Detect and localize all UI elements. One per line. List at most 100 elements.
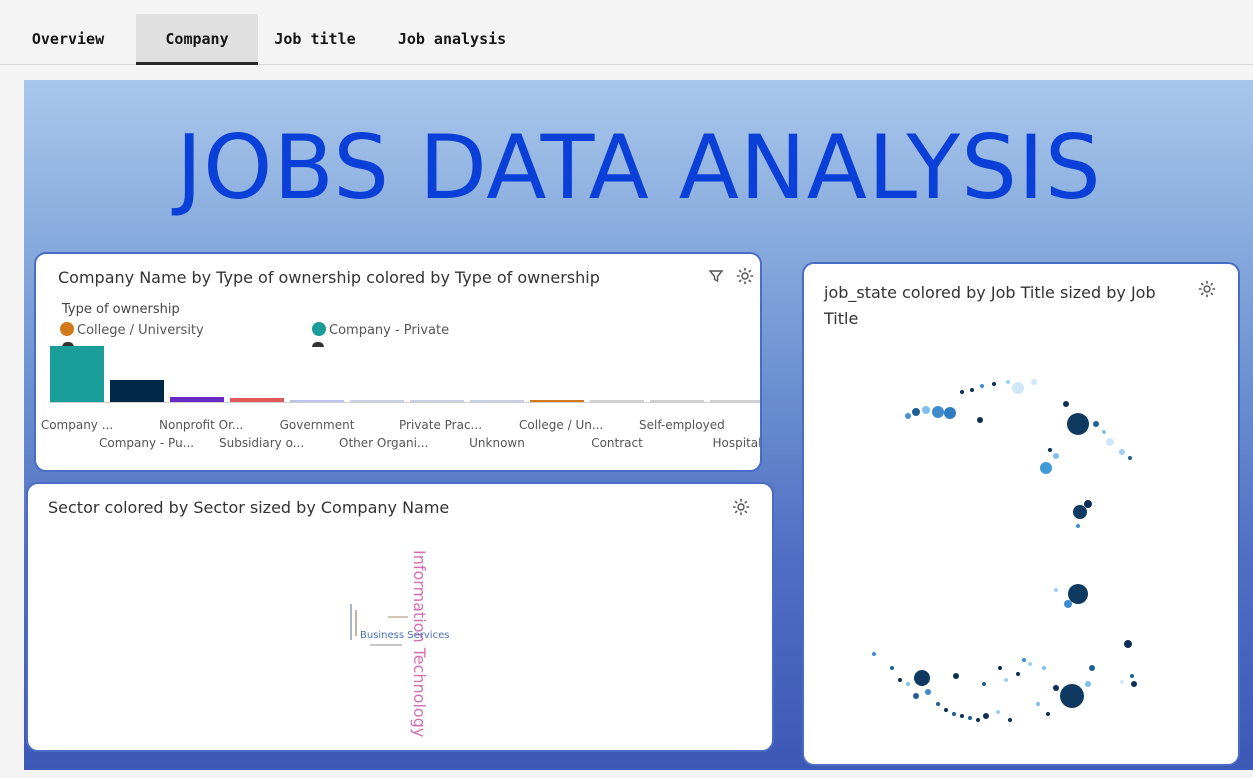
x-tick-label: Nonprofit Or... bbox=[159, 418, 244, 432]
bubble-point[interactable] bbox=[1120, 680, 1124, 684]
x-tick-label: Subsidiary o... bbox=[219, 436, 305, 450]
bubble-point[interactable] bbox=[1060, 684, 1084, 708]
sector-wordcloud-card[interactable]: Sector colored by Sector sized by Compan… bbox=[26, 482, 774, 752]
bubble-point[interactable] bbox=[1131, 681, 1137, 687]
tab-company[interactable]: Company bbox=[136, 14, 258, 65]
bubble-point[interactable] bbox=[913, 693, 919, 699]
bubble-point[interactable] bbox=[872, 652, 876, 656]
bubble-point[interactable] bbox=[1016, 672, 1020, 676]
legend-dot bbox=[60, 322, 74, 336]
bubble-point[interactable] bbox=[1119, 449, 1125, 455]
x-tick-label: Company ... bbox=[40, 418, 114, 432]
bubble-point[interactable] bbox=[1022, 658, 1026, 662]
bubble-point[interactable] bbox=[906, 682, 910, 686]
bar-0[interactable] bbox=[50, 346, 104, 402]
bubble-point[interactable] bbox=[1053, 685, 1059, 691]
bubble-point[interactable] bbox=[914, 670, 930, 686]
bubble-point[interactable] bbox=[998, 666, 1002, 670]
bubble-point[interactable] bbox=[1102, 430, 1106, 434]
bubble-point[interactable] bbox=[1012, 382, 1024, 394]
word-business-services[interactable]: Business Services bbox=[360, 630, 449, 641]
bubble-point[interactable] bbox=[1042, 666, 1046, 670]
ownership-chart-title: Company Name by Type of ownership colore… bbox=[58, 268, 600, 287]
bubble-point[interactable] bbox=[992, 382, 996, 386]
bubble-point[interactable] bbox=[1036, 702, 1040, 706]
bubble-point[interactable] bbox=[922, 406, 930, 414]
legend-label: College / University bbox=[77, 323, 204, 338]
x-tick-label: Unknown bbox=[469, 436, 525, 450]
bubble-point[interactable] bbox=[1124, 640, 1132, 648]
x-tick-label: Government bbox=[279, 418, 355, 432]
bubble-point[interactable] bbox=[1063, 401, 1069, 407]
bubble-point[interactable] bbox=[1040, 462, 1052, 474]
bubble-point[interactable] bbox=[952, 712, 956, 716]
filter-icon[interactable] bbox=[708, 268, 724, 289]
bubble-point[interactable] bbox=[982, 682, 986, 686]
bubble-point[interactable] bbox=[1106, 438, 1114, 446]
bubble-point[interactable] bbox=[1031, 379, 1037, 385]
bubble-point[interactable] bbox=[1073, 505, 1087, 519]
ownership-chart-card[interactable]: Company Name by Type of ownership colore… bbox=[34, 252, 762, 472]
bubble-point[interactable] bbox=[898, 678, 902, 682]
dashboard-canvas: JOBS DATA ANALYSIS Company Name by Type … bbox=[24, 80, 1253, 770]
bubble-point[interactable] bbox=[912, 408, 920, 416]
bubble-point[interactable] bbox=[1006, 380, 1010, 384]
bubble-point[interactable] bbox=[1053, 453, 1059, 459]
sector-chart-title: Sector colored by Sector sized by Compan… bbox=[48, 498, 450, 517]
small-word bbox=[388, 616, 408, 618]
small-word bbox=[370, 644, 402, 646]
bubble-point[interactable] bbox=[976, 718, 980, 722]
bubble-point[interactable] bbox=[1093, 421, 1099, 427]
bubble-point[interactable] bbox=[977, 417, 983, 423]
bubble-point[interactable] bbox=[983, 713, 989, 719]
bubble-point[interactable] bbox=[1054, 588, 1058, 592]
bubble-point[interactable] bbox=[1128, 456, 1132, 460]
bubble-point[interactable] bbox=[944, 708, 948, 712]
bubble-point[interactable] bbox=[996, 710, 1000, 714]
bubble-point[interactable] bbox=[968, 716, 972, 720]
tab-bar: Overview Company Job title Job analysis bbox=[0, 0, 1253, 65]
bubble-point[interactable] bbox=[1084, 500, 1092, 508]
small-word bbox=[350, 604, 352, 640]
bubble-point[interactable] bbox=[944, 407, 956, 419]
legend-item-college[interactable]: College / University bbox=[60, 322, 204, 338]
bubble-point[interactable] bbox=[1089, 665, 1095, 671]
bubble-scatter[interactable] bbox=[804, 264, 1238, 764]
bubble-point[interactable] bbox=[1064, 600, 1072, 608]
bubble-point[interactable] bbox=[960, 390, 964, 394]
settings-icon[interactable] bbox=[732, 498, 750, 521]
bubble-point[interactable] bbox=[925, 689, 931, 695]
bubble-point[interactable] bbox=[1068, 584, 1088, 604]
bubble-point[interactable] bbox=[953, 673, 959, 679]
x-tick-label: Self-employed bbox=[639, 418, 725, 432]
tab-job-analysis[interactable]: Job analysis bbox=[384, 14, 520, 62]
bubble-point[interactable] bbox=[970, 388, 974, 392]
bubble-point[interactable] bbox=[960, 714, 964, 718]
bubble-point[interactable] bbox=[936, 702, 940, 706]
x-tick-label: Hospital bbox=[712, 436, 762, 450]
legend-title: Type of ownership bbox=[62, 302, 180, 317]
bubble-point[interactable] bbox=[1067, 413, 1089, 435]
bubble-point[interactable] bbox=[890, 666, 894, 670]
bubble-point[interactable] bbox=[905, 413, 911, 419]
bubble-point[interactable] bbox=[1048, 448, 1052, 452]
tab-job-title[interactable]: Job title bbox=[270, 14, 360, 62]
bubble-point[interactable] bbox=[1130, 674, 1134, 678]
tab-overview[interactable]: Overview bbox=[18, 14, 118, 62]
bubble-point[interactable] bbox=[1046, 712, 1050, 716]
bubble-point[interactable] bbox=[1004, 678, 1008, 682]
bubble-point[interactable] bbox=[980, 384, 984, 388]
bubble-point[interactable] bbox=[1076, 524, 1080, 528]
job-state-chart-card[interactable]: job_state colored by Job Title sized by … bbox=[802, 262, 1240, 766]
word-information-technology[interactable]: Information Technology bbox=[410, 550, 429, 737]
dashboard-title: JOBS DATA ANALYSIS bbox=[176, 116, 1102, 219]
bubble-point[interactable] bbox=[1085, 681, 1091, 687]
bubble-point[interactable] bbox=[1028, 662, 1032, 666]
bubble-point[interactable] bbox=[1008, 718, 1012, 722]
bubble-point[interactable] bbox=[932, 406, 944, 418]
legend-item-company-private[interactable]: Company - Private bbox=[312, 322, 449, 338]
bar-1[interactable] bbox=[110, 380, 164, 402]
x-tick-label: Private Prac... bbox=[399, 418, 483, 432]
x-tick-label: Other Organi... bbox=[339, 436, 429, 450]
settings-icon[interactable] bbox=[736, 267, 754, 290]
